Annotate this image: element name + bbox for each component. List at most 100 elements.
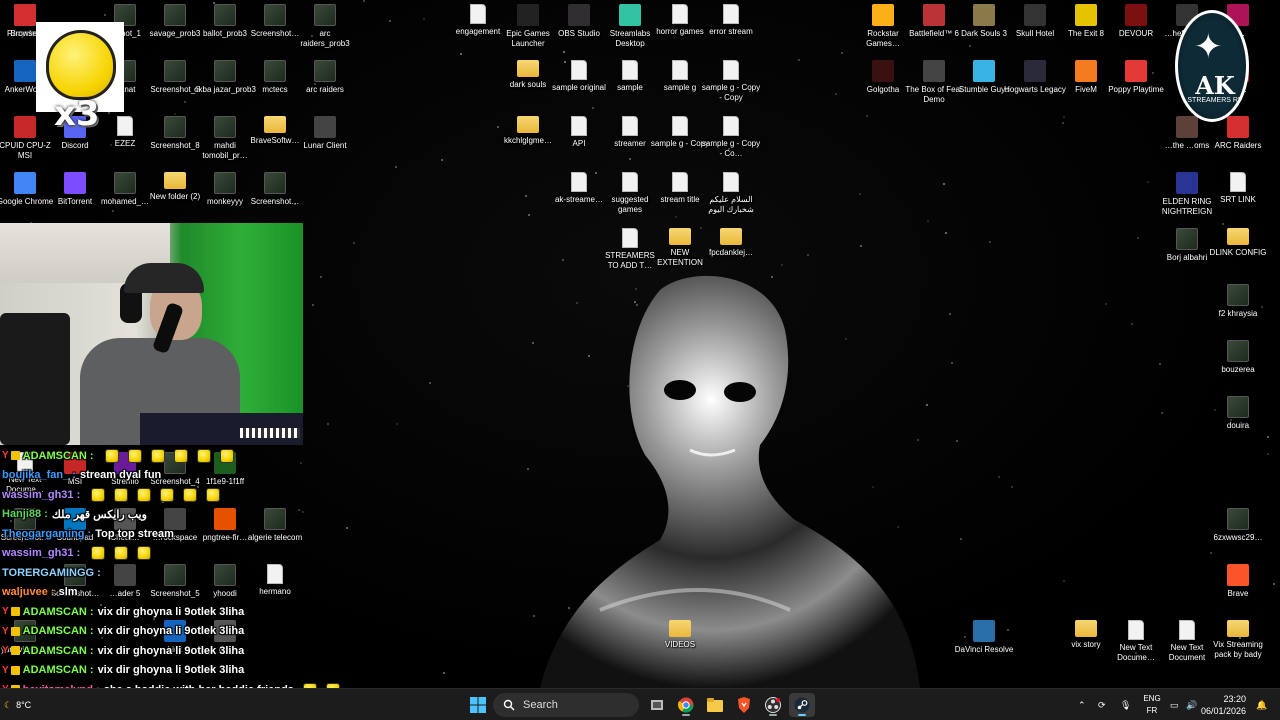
lemon-emote-icon bbox=[206, 487, 221, 502]
app-icon bbox=[64, 172, 86, 194]
shot-icon bbox=[164, 116, 186, 138]
steam-taskbar-button[interactable] bbox=[789, 693, 815, 717]
file-icon bbox=[622, 60, 638, 80]
lemon-emote-icon bbox=[137, 487, 152, 502]
app-icon bbox=[1075, 4, 1097, 26]
desktop-icon-videos[interactable]: VIDEOS bbox=[652, 616, 708, 650]
crown-badge-icon bbox=[10, 451, 20, 461]
webcam-feed bbox=[0, 223, 303, 445]
desktop-icon-dlink-config[interactable]: DLINK CONFIG bbox=[1210, 224, 1266, 258]
mic-tray-icon[interactable]: 🎙 bbox=[1120, 689, 1131, 720]
file-icon bbox=[1128, 620, 1144, 640]
obs-taskbar-button[interactable] bbox=[760, 693, 786, 717]
desktop-icon-lunar-client[interactable]: Lunar Client bbox=[297, 112, 353, 151]
network-tray-icon[interactable]: ▭ bbox=[1170, 689, 1179, 720]
desktop-icon-sample-g-copy-copy[interactable]: sample g - Copy - Copy bbox=[702, 56, 760, 103]
desktop-icon-screenshot-b[interactable]: Screenshot… bbox=[247, 168, 303, 207]
app-icon bbox=[1125, 60, 1147, 82]
brave-taskbar-button[interactable] bbox=[731, 693, 757, 717]
app-icon bbox=[14, 60, 36, 82]
desktop-icon-arabic-note[interactable]: السلام عليكم شخبارك اليوم bbox=[703, 168, 759, 215]
desktop-icon-srt-link[interactable]: SRT LINK bbox=[1210, 168, 1266, 205]
crown-badge-icon bbox=[10, 646, 20, 656]
desktop-icon-label: SRT LINK bbox=[1220, 195, 1256, 204]
chat-username: Hanji88 : bbox=[2, 508, 48, 521]
taskbar-search-box[interactable]: Search bbox=[493, 693, 639, 717]
shot-icon bbox=[314, 4, 336, 26]
desktop-icon-label: Brave bbox=[1227, 589, 1249, 598]
app-icon bbox=[517, 4, 539, 26]
chat-username: Theogargaming : bbox=[2, 527, 92, 540]
shot-icon bbox=[214, 172, 236, 194]
chat-username: ADAMSCAN : bbox=[22, 644, 94, 657]
chat-message: Y ADAMSCAN :vix dir ghoyna li 9otlek 3lih… bbox=[2, 661, 342, 681]
desktop-icon-box-of-fear[interactable]: The Box of Fear Demo bbox=[905, 56, 963, 105]
file-icon bbox=[622, 172, 638, 192]
shot-icon bbox=[1227, 284, 1249, 306]
stream-chat-overlay: Y ADAMSCAN : boujika_fan_ : stream dyal fun… bbox=[2, 446, 342, 719]
lemon-emote-icon bbox=[173, 448, 188, 463]
desktop-icon-suggested-games[interactable]: suggested games bbox=[602, 168, 658, 215]
lemon-emote-icon bbox=[46, 30, 116, 100]
windows-start-button[interactable] bbox=[465, 693, 491, 717]
system-clock[interactable]: 23:20 06/01/2026 bbox=[1196, 693, 1246, 717]
file-icon bbox=[571, 60, 587, 80]
folder-icon bbox=[1227, 620, 1249, 637]
desktop-icon-fpcdanklej[interactable]: fpcdanklej… bbox=[703, 224, 759, 258]
task-view-button[interactable] bbox=[644, 693, 670, 717]
chat-message: wassim_gh31 : bbox=[2, 485, 342, 505]
crown-badge-icon bbox=[10, 626, 20, 636]
chat-message: Y ADAMSCAN : bbox=[2, 446, 342, 466]
chat-prefix: Y bbox=[2, 606, 9, 618]
chevron-up-icon: ⌃ bbox=[1078, 699, 1086, 710]
ak-streamers-logo: ✦ AK STREAMERS RP bbox=[1175, 10, 1249, 122]
shot-icon bbox=[214, 60, 236, 82]
chat-message: Y ADAMSCAN :vix dir ghoyna li 9otlek 3lih… bbox=[2, 641, 342, 661]
folder-icon bbox=[707, 698, 723, 712]
app-icon bbox=[923, 60, 945, 82]
chrome-taskbar-button[interactable] bbox=[673, 693, 699, 717]
folder-icon bbox=[669, 620, 691, 637]
chat-text: slm bbox=[58, 586, 78, 599]
desktop-icon-label: VIDEOS bbox=[664, 640, 696, 649]
notification-button[interactable]: 🔔 bbox=[1256, 689, 1267, 720]
task-view-icon bbox=[651, 700, 663, 710]
desktop-icon-f2-khraysia[interactable]: f2 khraysia bbox=[1210, 280, 1266, 319]
desktop-icon-rockstar[interactable]: Rockstar Games… bbox=[855, 0, 911, 49]
desktop-icon-label: f2 khraysia bbox=[1218, 309, 1258, 318]
file-icon bbox=[672, 116, 688, 136]
language-switcher[interactable]: ENG FR bbox=[1141, 693, 1163, 717]
desktop-icon-error-stream[interactable]: error stream bbox=[703, 0, 759, 37]
file-explorer-button[interactable] bbox=[702, 693, 728, 717]
folder-icon bbox=[517, 60, 539, 77]
desktop-icon-vix-streaming[interactable]: Vix Streaming pack by bady bbox=[1210, 616, 1266, 660]
sync-tray-icon[interactable]: ⟳ bbox=[1098, 689, 1106, 720]
desktop-icon-epic-games[interactable]: Epic Games Launcher bbox=[500, 0, 556, 49]
desktop-icon-6zxwwsc29[interactable]: 6zxwwsc29… bbox=[1210, 504, 1266, 543]
desktop-icon-bouzerea[interactable]: bouzerea bbox=[1210, 336, 1266, 375]
chrome-figure-wallpaper bbox=[540, 275, 920, 688]
desktop-icon-label: DaVinci Resolve bbox=[954, 645, 1014, 654]
desktop-icon-arc-raiders-prob3[interactable]: arc raiders_prob3 bbox=[297, 0, 353, 49]
desktop-icon-poppy-playtime[interactable]: Poppy Playtime bbox=[1108, 56, 1164, 95]
desktop-icon-sample-g-copy-co[interactable]: sample g - Copy - Co… bbox=[702, 112, 760, 159]
desktop-icon-douira[interactable]: douira bbox=[1210, 392, 1266, 431]
weather-widget[interactable]: ☾ 8°C bbox=[4, 689, 31, 720]
desktop-icon-arc-raiders[interactable]: arc raiders bbox=[297, 56, 353, 95]
brave-icon bbox=[738, 697, 750, 713]
app-icon bbox=[973, 4, 995, 26]
desktop-icon-elden-ring[interactable]: ELDEN RING NIGHTREIGN bbox=[1159, 168, 1215, 217]
chat-prefix: Y bbox=[2, 664, 9, 676]
show-hidden-icons-button[interactable]: ⌃ bbox=[1078, 689, 1086, 720]
shot-icon bbox=[1227, 508, 1249, 530]
shot-icon bbox=[1227, 340, 1249, 362]
desktop-icon-davinci[interactable]: DaVinci Resolve bbox=[954, 616, 1014, 655]
shot-icon bbox=[264, 172, 286, 194]
shot-icon bbox=[1176, 228, 1198, 250]
folder-icon bbox=[720, 228, 742, 245]
desktop-icon-new-extention[interactable]: NEW EXTENTION bbox=[652, 224, 708, 268]
desktop-icon-streamlabs[interactable]: Streamlabs Desktop bbox=[602, 0, 658, 49]
desktop-icon-brave[interactable]: Brave bbox=[1210, 560, 1266, 599]
shot-icon bbox=[314, 60, 336, 82]
lemon-emote-icon bbox=[127, 448, 142, 463]
